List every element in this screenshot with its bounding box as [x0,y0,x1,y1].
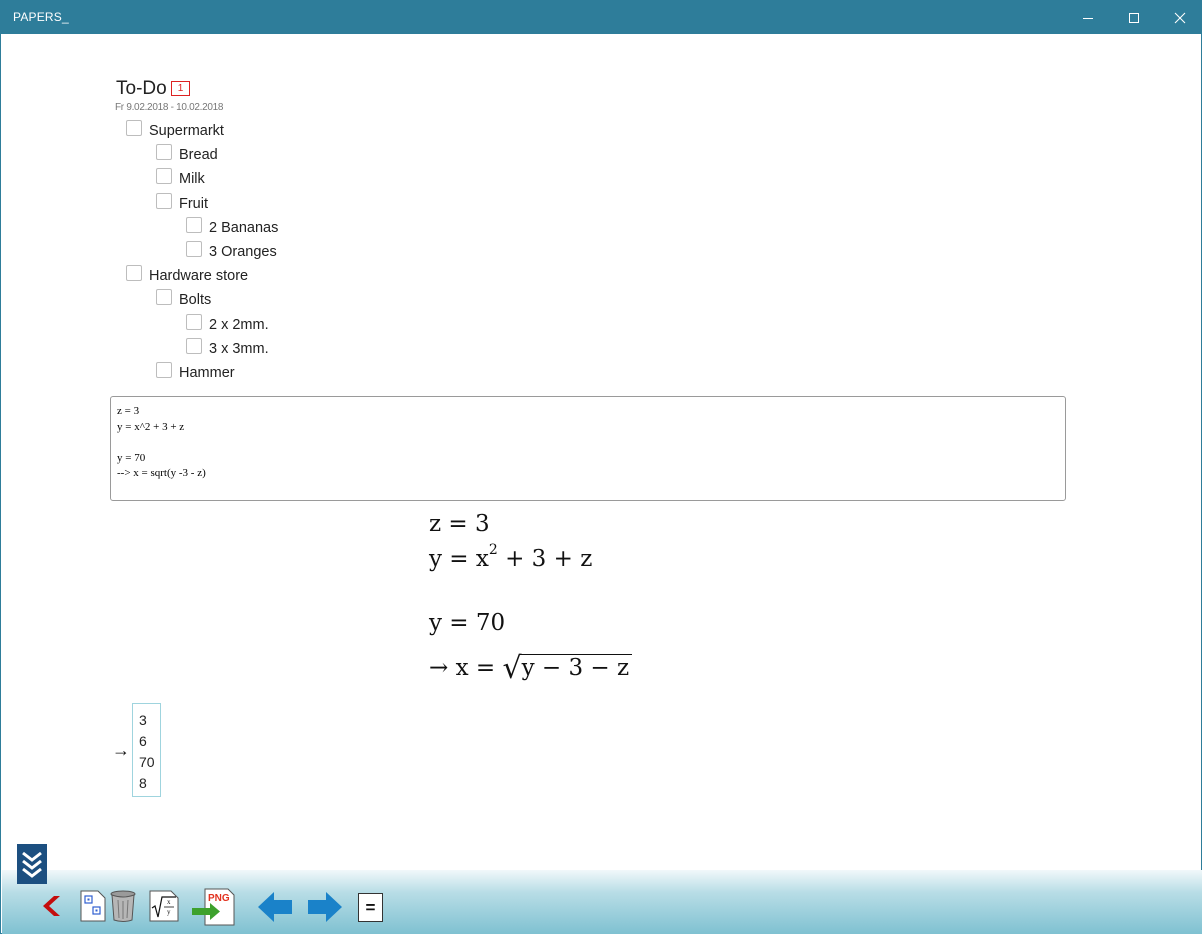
new-page-button[interactable] [80,890,106,922]
delete-button[interactable] [109,889,137,923]
formula-editor[interactable]: z = 3 y = x^2 + 3 + z y = 70 --> x = sqr… [110,396,1066,501]
todo-item-label: 2 x 2mm. [209,317,269,333]
close-button[interactable] [1157,1,1202,34]
math-text: + 3 + z [497,546,593,572]
arrow-left-icon [258,892,292,922]
svg-text:x: x [167,898,171,906]
todo-item[interactable]: 2 Bananas [186,217,278,239]
bottom-toolbar [2,870,1202,934]
todo-item[interactable]: 3 Oranges [186,241,277,263]
arrow-right-icon [308,892,342,922]
todo-item-label: Fruit [179,196,208,212]
todo-checkbox[interactable] [156,168,172,184]
math-text: y = x [429,546,489,572]
square-root: √y − 3 − z [502,648,633,686]
result-arrow: → [112,740,130,760]
todo-date-range: Fr 9.02.2018 - 10.02.2018 [115,102,224,113]
collapse-chevrons-icon [22,851,42,878]
todo-item[interactable]: Bolts [156,289,211,311]
editor-line: y = x^2 + 3 + z [117,420,185,433]
minimize-button[interactable] [1065,1,1111,34]
math-exponent: 2 [488,542,498,558]
export-png-icon: PNG [192,888,235,926]
todo-item-label: Hardware store [149,268,249,284]
todo-item-label: 3 Oranges [209,244,277,260]
todo-checkbox[interactable] [186,241,202,257]
todo-checkbox[interactable] [186,314,202,330]
svg-text:y: y [167,908,171,916]
close-icon [1174,12,1186,23]
todo-count-badge: 1 [171,81,190,96]
todo-title: To-Do [116,78,167,99]
radical-icon: √ [502,651,522,686]
back-chevron-icon [43,896,60,916]
math-line: → x = √y − 3 − z [429,648,633,686]
todo-checkbox[interactable] [156,362,172,378]
radicand: y − 3 − z [519,654,633,681]
todo-item[interactable]: Bread [156,144,218,166]
todo-item[interactable]: 3 x 3mm. [186,338,269,360]
todo-item[interactable]: Milk [156,168,205,190]
window-title: PAPERS_ [13,10,69,24]
todo-item-label: 2 Bananas [209,220,279,236]
todo-item[interactable]: Supermarkt [126,120,224,142]
title-bar[interactable]: PAPERS_ [1,1,1202,34]
previous-page-button[interactable] [257,890,293,924]
formula-icon: x y [149,890,179,922]
todo-checkbox[interactable] [186,338,202,354]
todo-checkbox[interactable] [126,265,142,281]
todo-checkbox[interactable] [126,120,142,136]
todo-item-label: Bread [179,147,218,163]
back-button[interactable] [39,892,67,920]
todo-item[interactable]: Fruit [156,193,208,215]
app-window: PAPERS_ To-Do 1 Fr 9.02.2018 - 10.02.201… [0,0,1202,934]
next-page-button[interactable] [307,890,343,924]
result-value: 8 [139,775,147,791]
todo-item-label: Milk [179,171,205,187]
editor-line: --> x = sqrt(y -3 - z) [117,467,206,479]
math-line: y = x2 + 3 + z [429,542,593,572]
svg-text:PNG: PNG [208,893,230,904]
export-png-button[interactable]: PNG [190,888,236,926]
equals-icon: = [365,898,376,917]
math-line: y = 70 [429,610,506,636]
todo-item-label: 3 x 3mm. [209,341,269,357]
todo-item-label: Supermarkt [149,123,224,139]
editor-line: z = 3 [117,405,140,417]
todo-checkbox[interactable] [186,217,202,233]
todo-item-label: Bolts [179,292,212,308]
math-text: → x = [429,655,503,681]
result-value: 3 [139,712,147,728]
todo-checkbox[interactable] [156,289,172,305]
todo-checkbox[interactable] [156,144,172,160]
maximize-icon [1129,12,1139,23]
formula-button[interactable]: x y [149,890,179,922]
new-page-icon [80,890,106,922]
todo-item[interactable]: 2 x 2mm. [186,314,269,336]
result-box: 3 6 70 8 [132,703,161,797]
maximize-button[interactable] [1111,1,1157,34]
todo-checkbox[interactable] [156,193,172,209]
minimize-icon [1083,17,1093,19]
editor-line: y = 70 [117,451,146,464]
result-value: 6 [139,733,147,749]
todo-item[interactable]: Hammer [156,362,235,384]
result-value: 70 [139,754,155,770]
evaluate-button[interactable]: = [358,893,383,922]
trash-icon [110,890,136,922]
todo-item-label: Hammer [179,365,235,381]
todo-item[interactable]: Hardware store [126,265,248,287]
collapse-toolbar-button[interactable] [17,844,47,884]
math-line: z = 3 [429,511,490,537]
